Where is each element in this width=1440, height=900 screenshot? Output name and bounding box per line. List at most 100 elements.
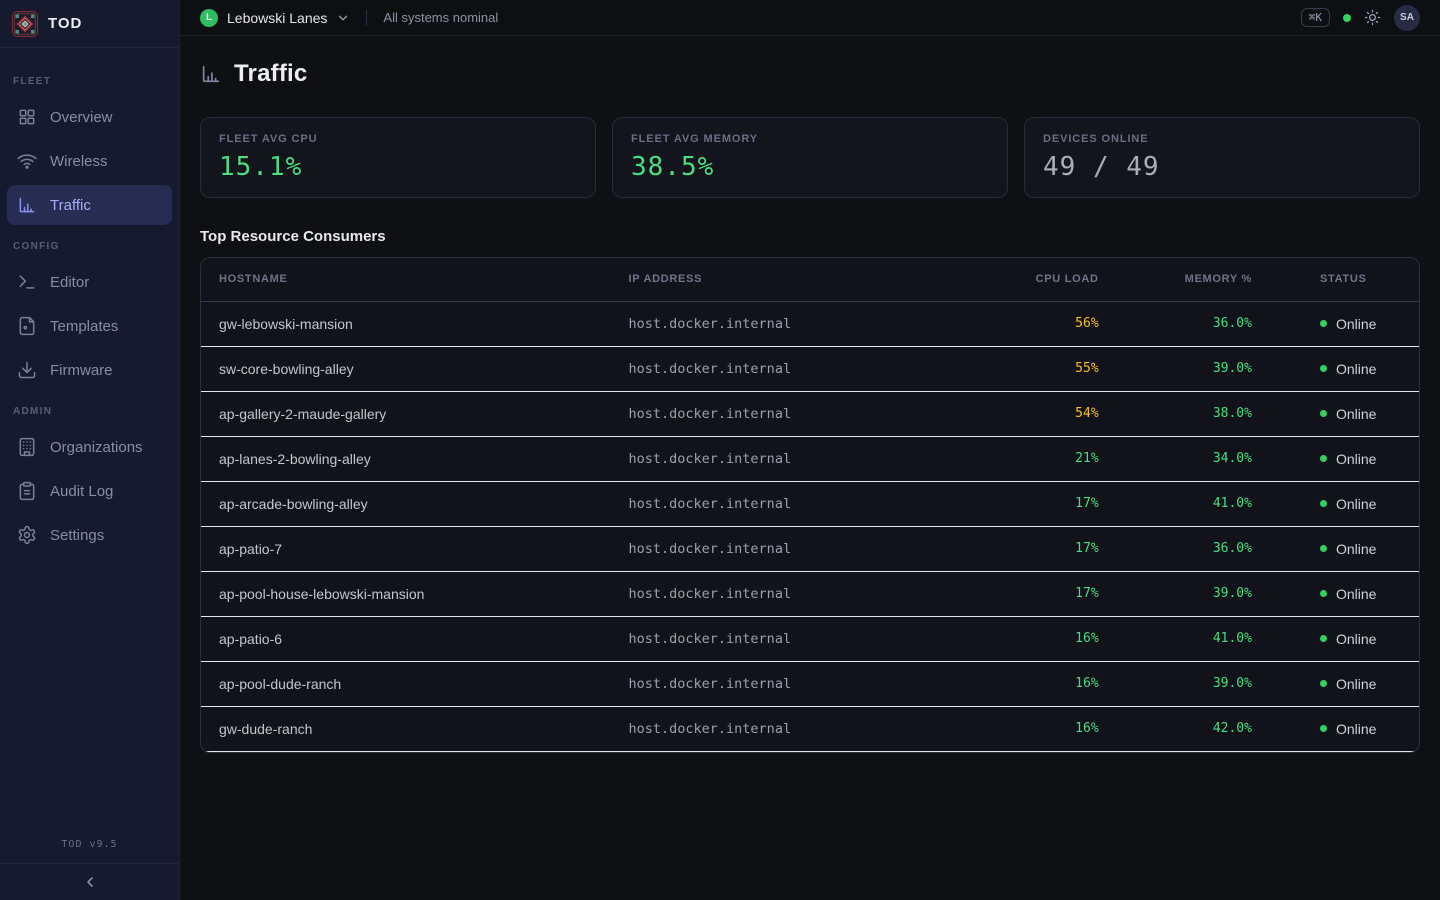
cpu-cell: 16%: [973, 661, 1126, 706]
status-text: Online: [1336, 631, 1376, 647]
cpu-cell: 17%: [973, 526, 1126, 571]
sidebar-item-label: Wireless: [50, 153, 108, 170]
ip-cell: host.docker.internal: [629, 706, 974, 751]
hostname-cell: ap-pool-dude-ranch: [201, 661, 629, 706]
online-dot-icon: [1320, 635, 1327, 642]
topbar: L Lebowski Lanes All systems nominal ⌘K …: [180, 0, 1440, 36]
health-dot: [1343, 14, 1351, 22]
hostname-cell: gw-lebowski-mansion: [201, 301, 629, 346]
table-row[interactable]: sw-core-bowling-alley host.docker.intern…: [201, 346, 1419, 391]
ip-cell: host.docker.internal: [629, 481, 974, 526]
table-row[interactable]: gw-lebowski-mansion host.docker.internal…: [201, 301, 1419, 346]
main-area: L Lebowski Lanes All systems nominal ⌘K …: [180, 0, 1440, 900]
sidebar-item-settings[interactable]: Settings: [7, 515, 172, 555]
bar-chart-icon: [17, 195, 37, 215]
online-dot-icon: [1320, 365, 1327, 372]
sidebar-item-wireless[interactable]: Wireless: [7, 141, 172, 181]
status-cell: Online: [1296, 436, 1419, 481]
org-switcher[interactable]: L Lebowski Lanes: [200, 9, 350, 27]
sidebar-footer: TOD v9.5: [0, 831, 179, 900]
column-header-hostname: HOSTNAME: [201, 258, 629, 301]
table-row[interactable]: ap-pool-house-lebowski-mansion host.dock…: [201, 571, 1419, 616]
column-header-status: STATUS: [1296, 258, 1419, 301]
table-row[interactable]: gw-dude-ranch host.docker.internal 16% 4…: [201, 706, 1419, 751]
ip-cell: host.docker.internal: [629, 526, 974, 571]
sidebar-item-traffic[interactable]: Traffic: [7, 185, 172, 225]
online-dot-icon: [1320, 680, 1327, 687]
sidebar-item-audit-log[interactable]: Audit Log: [7, 471, 172, 511]
status-cell: Online: [1296, 706, 1419, 751]
sidebar-item-label: Editor: [50, 274, 89, 291]
theme-toggle-button[interactable]: [1364, 9, 1381, 26]
building-icon: [17, 437, 37, 457]
stats-row: FLEET AVG CPU 15.1% FLEET AVG MEMORY 38.…: [200, 117, 1420, 198]
online-dot-icon: [1320, 320, 1327, 327]
hostname-cell: gw-dude-ranch: [201, 706, 629, 751]
status-cell: Online: [1296, 661, 1419, 706]
cpu-cell: 54%: [973, 391, 1126, 436]
table-row[interactable]: ap-patio-6 host.docker.internal 16% 41.0…: [201, 616, 1419, 661]
status-text: Online: [1336, 316, 1376, 332]
hostname-cell: sw-core-bowling-alley: [201, 346, 629, 391]
table-row[interactable]: ap-lanes-2-bowling-alley host.docker.int…: [201, 436, 1419, 481]
column-header-memory-: MEMORY %: [1127, 258, 1296, 301]
status-text: Online: [1336, 496, 1376, 512]
stat-value: 15.1%: [219, 152, 577, 182]
memory-cell: 34.0%: [1127, 436, 1296, 481]
sidebar-collapse-button[interactable]: [0, 863, 179, 900]
status-cell: Online: [1296, 346, 1419, 391]
command-palette-shortcut[interactable]: ⌘K: [1301, 8, 1330, 27]
gear-icon: [17, 525, 37, 545]
table-row[interactable]: ap-pool-dude-ranch host.docker.internal …: [201, 661, 1419, 706]
sidebar-item-organizations[interactable]: Organizations: [7, 427, 172, 467]
sidebar-section-label: FLEET: [13, 76, 165, 87]
sidebar-item-overview[interactable]: Overview: [7, 97, 172, 137]
cpu-cell: 56%: [973, 301, 1126, 346]
org-avatar: L: [200, 9, 218, 27]
ip-cell: host.docker.internal: [629, 571, 974, 616]
terminal-icon: [17, 272, 37, 292]
sidebar-item-firmware[interactable]: Firmware: [7, 350, 172, 390]
stat-card: DEVICES ONLINE 49 / 49: [1024, 117, 1420, 198]
sidebar-section-label: ADMIN: [13, 406, 165, 417]
online-dot-icon: [1320, 410, 1327, 417]
cpu-cell: 55%: [973, 346, 1126, 391]
sidebar-item-templates[interactable]: Templates: [7, 306, 172, 346]
sidebar-section: ADMIN Organizations Audit Log Settings: [0, 406, 179, 557]
ip-cell: host.docker.internal: [629, 301, 974, 346]
stat-value: 49 / 49: [1043, 152, 1401, 182]
app-logo[interactable]: TOD: [0, 0, 179, 48]
sidebar-item-label: Firmware: [50, 362, 113, 379]
memory-cell: 39.0%: [1127, 571, 1296, 616]
ip-cell: host.docker.internal: [629, 391, 974, 436]
user-avatar[interactable]: SA: [1394, 5, 1420, 31]
sidebar-section: FLEET Overview Wireless Traffic: [0, 76, 179, 227]
sidebar-section-label: CONFIG: [13, 241, 165, 252]
stat-label: FLEET AVG CPU: [219, 133, 577, 145]
memory-cell: 36.0%: [1127, 301, 1296, 346]
hostname-cell: ap-patio-6: [201, 616, 629, 661]
online-dot-icon: [1320, 545, 1327, 552]
online-dot-icon: [1320, 500, 1327, 507]
memory-cell: 39.0%: [1127, 661, 1296, 706]
topbar-actions: ⌘K SA: [1301, 5, 1420, 31]
status-cell: Online: [1296, 571, 1419, 616]
sidebar-item-editor[interactable]: Editor: [7, 262, 172, 302]
sidebar-item-label: Overview: [50, 109, 113, 126]
system-status-text: All systems nominal: [383, 10, 498, 25]
column-header-ip-address: IP ADDRESS: [629, 258, 974, 301]
wifi-icon: [17, 151, 37, 171]
table-row[interactable]: ap-arcade-bowling-alley host.docker.inte…: [201, 481, 1419, 526]
table-row[interactable]: ap-patio-7 host.docker.internal 17% 36.0…: [201, 526, 1419, 571]
ip-cell: host.docker.internal: [629, 661, 974, 706]
memory-cell: 41.0%: [1127, 481, 1296, 526]
memory-cell: 38.0%: [1127, 391, 1296, 436]
table-section-title: Top Resource Consumers: [200, 228, 1420, 245]
org-name: Lebowski Lanes: [227, 10, 327, 26]
stat-label: DEVICES ONLINE: [1043, 133, 1401, 145]
cpu-cell: 16%: [973, 706, 1126, 751]
chevron-left-icon: [82, 874, 98, 890]
ip-cell: host.docker.internal: [629, 616, 974, 661]
online-dot-icon: [1320, 455, 1327, 462]
table-row[interactable]: ap-gallery-2-maude-gallery host.docker.i…: [201, 391, 1419, 436]
